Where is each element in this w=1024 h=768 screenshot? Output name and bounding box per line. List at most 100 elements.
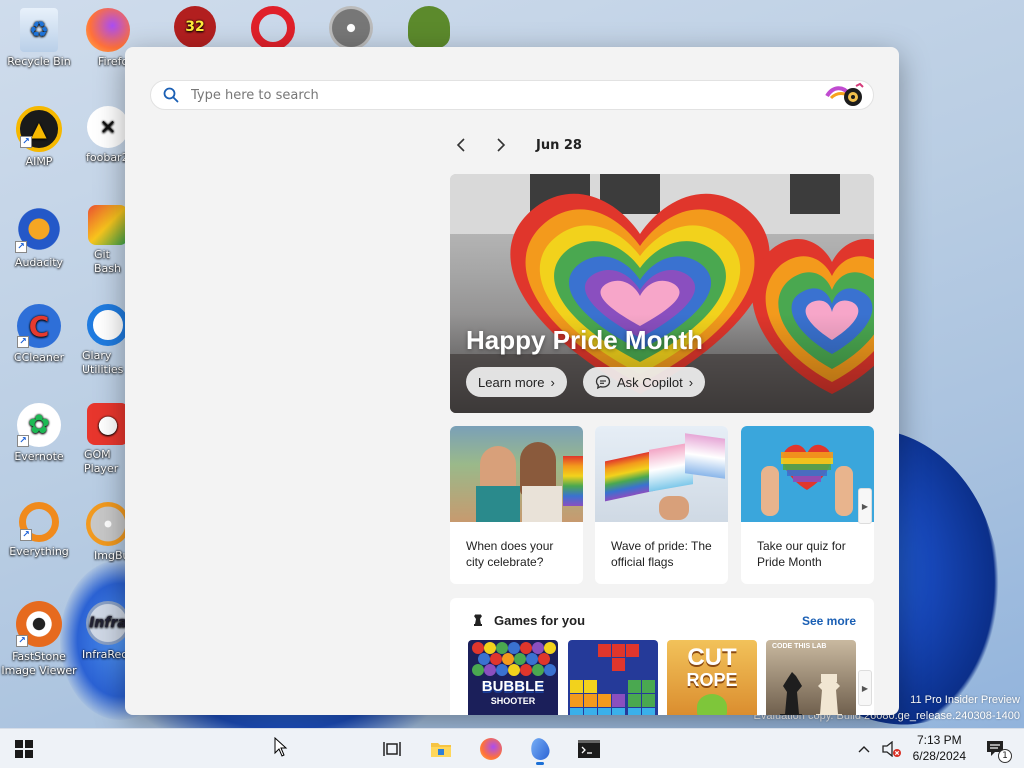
firefox-taskbar-button[interactable] <box>473 733 509 765</box>
desktop-icon-faststone[interactable]: ↗ FastStone Image Viewer <box>0 601 78 678</box>
card-image <box>741 426 874 522</box>
ask-copilot-label: Ask Copilot <box>617 374 683 390</box>
desktop-label: Evernote <box>14 450 64 463</box>
hero-card[interactable]: Happy Pride Month Learn more › Ask Copil… <box>450 174 874 413</box>
desktop-icon-evernote[interactable]: ✿ ↗ Evernote <box>0 403 78 464</box>
mouse-cursor-icon <box>274 736 288 761</box>
watermark-line1: 11 Pro Insider Preview <box>910 694 1020 706</box>
games-card: Games for you See more BUBBLE SHOOTER CU… <box>450 598 874 715</box>
ccleaner-icon: C ↗ <box>17 304 61 348</box>
desktop-label: Audacity <box>14 256 64 269</box>
desktop-icon-game32[interactable]: 32 <box>156 6 234 51</box>
desktop-icon-ccleaner[interactable]: C ↗ CCleaner <box>0 304 78 365</box>
file-explorer-button[interactable] <box>423 733 459 765</box>
current-date: Jun 28 <box>536 137 582 153</box>
see-more-link[interactable]: See more <box>802 614 856 628</box>
tree-icon <box>408 6 450 48</box>
shortcut-arrow-icon: ↗ <box>17 435 29 447</box>
game-title: CUT <box>687 644 737 671</box>
desktop-label: AIMP <box>25 155 53 168</box>
search-icon <box>151 87 191 103</box>
clock-time: 7:13 PM <box>916 733 962 747</box>
edge-taskbar-button[interactable] <box>522 733 558 765</box>
game-title: BUBBLE <box>481 678 545 695</box>
recycle-bin-icon: ♻ <box>20 8 58 52</box>
folder-icon <box>431 743 451 757</box>
cards-scroll-right-button[interactable]: ▶ <box>858 488 872 524</box>
everything-icon: ↗ <box>19 502 59 542</box>
desktop-label: Recycle Bin <box>7 55 71 68</box>
start-button[interactable] <box>6 733 42 765</box>
glary-icon <box>87 304 129 346</box>
game-tile-block-puzzle[interactable] <box>568 640 658 715</box>
aimp-icon: ▲ ↗ <box>16 106 62 152</box>
prev-day-button[interactable] <box>450 134 472 156</box>
chevron-right-icon: › <box>550 374 555 390</box>
chess-piece-icon <box>474 614 482 626</box>
desktop-icon-audacity[interactable]: ↗ Audacity <box>0 205 78 270</box>
game-tile-cut-the-rope[interactable]: CUT ROPE <box>667 640 757 715</box>
windows-logo-icon <box>15 740 33 758</box>
system-clock[interactable]: 7:13 PM 6/28/2024 <box>913 732 966 764</box>
copilot-logo-icon[interactable] <box>823 82 867 108</box>
next-day-button[interactable] <box>490 134 512 156</box>
terminal-taskbar-button[interactable] <box>571 733 607 765</box>
desktop-icon-tree[interactable] <box>390 6 468 51</box>
card-text: When does your city celebrate? <box>466 539 554 569</box>
games-title: Games for you <box>494 612 586 628</box>
desktop-label: FastStone Image Viewer <box>1 650 77 677</box>
game-tile-chess[interactable]: CODE THIS LAB <box>766 640 856 715</box>
card-image <box>450 426 583 522</box>
evernote-icon: ✿ ↗ <box>17 403 61 447</box>
search-input[interactable] <box>191 87 823 103</box>
shortcut-arrow-icon: ↗ <box>20 529 32 541</box>
games-scroll-right-button[interactable]: ▶ <box>858 670 872 706</box>
hero-title: Happy Pride Month <box>466 325 703 355</box>
imgburn-icon <box>86 502 130 546</box>
drop-app-icon <box>528 736 552 762</box>
taskbar: 7:13 PM 6/28/2024 1 <box>0 728 1024 768</box>
show-hidden-icons-button[interactable] <box>852 733 876 765</box>
desktop-icon-aimp[interactable]: ▲ ↗ AIMP <box>0 106 78 169</box>
caret-right-icon: ▶ <box>861 683 869 693</box>
shortcut-arrow-icon: ↗ <box>15 241 27 253</box>
learn-more-button[interactable]: Learn more › <box>466 367 567 397</box>
ask-copilot-button[interactable]: Ask Copilot › <box>583 367 706 397</box>
desktop-icon-opera[interactable] <box>234 6 312 53</box>
gom-icon: ● <box>87 403 129 445</box>
search-box[interactable] <box>150 80 874 110</box>
chevron-up-icon <box>858 746 870 753</box>
opera-icon <box>251 6 295 50</box>
firefox-icon <box>480 738 502 760</box>
news-card[interactable]: Wave of pride: The official flags <box>595 426 728 584</box>
audacity-icon: ↗ <box>15 205 63 253</box>
desktop-icon-everything[interactable]: ↗ Everything <box>0 502 78 559</box>
games-header: Games for you <box>470 612 585 628</box>
clock-date: 6/28/2024 <box>912 749 966 763</box>
volume-muted-icon <box>882 741 901 757</box>
faststone-icon: ↗ <box>16 601 62 647</box>
news-card[interactable]: When does your city celebrate? <box>450 426 583 584</box>
game-tile-bubble-shooter[interactable]: BUBBLE SHOOTER <box>468 640 558 715</box>
widgets-panel: Jun 28 <box>125 47 899 715</box>
foobar-icon: ✕ <box>87 106 129 148</box>
card-text: Take our quiz for Pride Month <box>757 539 846 569</box>
notification-center-button[interactable]: 1 <box>978 733 1014 765</box>
shortcut-arrow-icon: ↗ <box>20 136 32 148</box>
desktop-icon-recycle-bin[interactable]: ♻ Recycle Bin <box>0 8 78 69</box>
chevron-left-icon <box>456 138 465 152</box>
rainbow-heart-icon <box>761 444 853 516</box>
om-nom-icon <box>697 694 727 715</box>
terminal-icon <box>578 740 600 758</box>
game-32-icon: 32 <box>174 6 216 48</box>
news-card[interactable]: Take our quiz for Pride Month <box>741 426 874 584</box>
chat-bubble-icon <box>595 375 611 390</box>
volume-button[interactable] <box>878 733 904 765</box>
card-image <box>595 426 728 522</box>
shortcut-arrow-icon: ↗ <box>16 635 28 647</box>
task-view-button[interactable] <box>374 733 410 765</box>
desktop-label: CCleaner <box>13 351 65 364</box>
date-navigation: Jun 28 <box>450 133 582 157</box>
desktop-icon-disc[interactable] <box>312 6 390 53</box>
shortcut-arrow-icon: ↗ <box>17 336 29 348</box>
